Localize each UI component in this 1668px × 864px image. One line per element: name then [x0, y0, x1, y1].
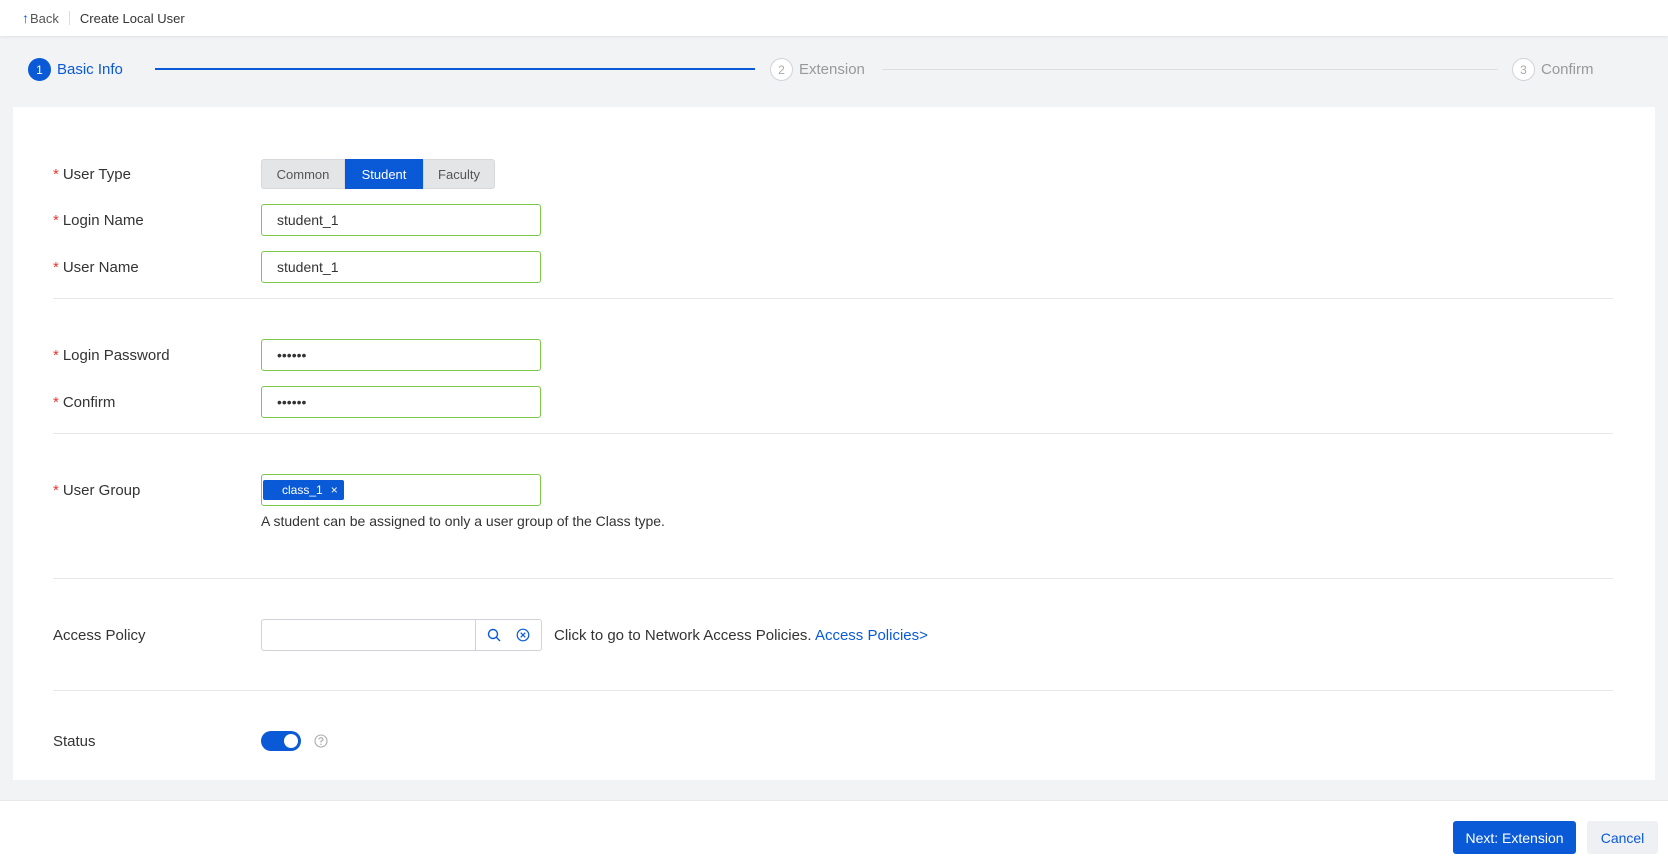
- stepper: 1 Basic Info 2 Extension 3 Confirm: [0, 48, 1668, 92]
- step-basic-info: 1 Basic Info: [28, 58, 123, 81]
- access-policy-input[interactable]: [261, 619, 476, 651]
- required-mark: *: [53, 346, 59, 364]
- confirm-password-input[interactable]: ••••••: [261, 386, 541, 418]
- back-label: Back: [30, 10, 59, 26]
- cancel-button[interactable]: Cancel: [1587, 821, 1658, 854]
- user-name-input[interactable]: student_1: [261, 251, 541, 283]
- status-toggle[interactable]: [261, 731, 301, 751]
- access-policy-actions: [476, 619, 542, 651]
- step-label: Confirm: [1541, 61, 1594, 78]
- user-group-tag: class_1 ×: [263, 480, 344, 500]
- user-type-student[interactable]: Student: [345, 159, 423, 189]
- login-name-row: * Login Name student_1: [53, 204, 541, 236]
- user-group-label: * User Group: [53, 481, 141, 499]
- access-policy-description: Click to go to Network Access Policies. …: [554, 626, 928, 644]
- user-group-row: * User Group class_1 ×: [53, 474, 541, 506]
- step-extension: 2 Extension: [770, 58, 865, 81]
- user-type-common[interactable]: Common: [261, 159, 345, 189]
- toggle-knob: [284, 734, 298, 748]
- header-divider: [68, 11, 70, 25]
- user-name-row: * User Name student_1: [53, 251, 541, 283]
- step-connector: [882, 69, 1498, 70]
- back-arrow-icon: ↑: [22, 10, 29, 26]
- required-mark: *: [53, 481, 59, 499]
- user-type-faculty[interactable]: Faculty: [423, 159, 495, 189]
- search-icon[interactable]: [485, 626, 503, 644]
- access-policy-selector: [261, 619, 542, 651]
- next-extension-button[interactable]: Next: Extension: [1453, 821, 1576, 854]
- step-confirm: 3 Confirm: [1512, 58, 1594, 81]
- user-type-row: * User Type Common Student Faculty: [53, 159, 495, 189]
- login-name-label: * Login Name: [53, 211, 144, 229]
- form-card: * User Type Common Student Faculty * Login…: [13, 107, 1655, 780]
- login-password-label: * Login Password: [53, 346, 170, 364]
- section-divider: [53, 578, 1613, 579]
- user-group-input[interactable]: class_1 ×: [261, 474, 541, 506]
- section-divider: [53, 298, 1613, 299]
- step-connector: [155, 68, 755, 70]
- section-divider: [53, 433, 1613, 434]
- top-bar: ↑ Back Create Local User: [0, 0, 1668, 36]
- required-mark: *: [53, 211, 59, 229]
- section-divider: [53, 690, 1613, 691]
- confirm-password-label: * Confirm: [53, 393, 116, 411]
- access-policy-label: Access Policy: [53, 626, 146, 644]
- page-title: Create Local User: [79, 10, 185, 26]
- user-group-tag-label: class_1: [282, 483, 323, 497]
- footer-bar: Next: Extension Cancel: [0, 800, 1668, 864]
- user-group-hint: A student can be assigned to only a user…: [261, 513, 665, 529]
- access-policies-link[interactable]: Access Policies>: [815, 627, 928, 644]
- help-icon[interactable]: [314, 734, 328, 748]
- step-label: Extension: [799, 61, 865, 78]
- step-number: 1: [28, 58, 51, 81]
- login-password-input[interactable]: ••••••: [261, 339, 541, 371]
- step-label: Basic Info: [57, 61, 123, 78]
- login-password-row: * Login Password ••••••: [53, 339, 541, 371]
- step-number: 2: [770, 58, 793, 81]
- access-policy-row: Access Policy Click to go to Network Acc…: [53, 619, 928, 651]
- step-number: 3: [1512, 58, 1535, 81]
- clear-icon[interactable]: [514, 626, 532, 644]
- required-mark: *: [53, 393, 59, 411]
- user-type-selector: Common Student Faculty: [261, 159, 495, 189]
- status-label: Status: [53, 732, 96, 750]
- login-name-input[interactable]: student_1: [261, 204, 541, 236]
- required-mark: *: [53, 258, 59, 276]
- user-group-hint-row: A student can be assigned to only a user…: [261, 513, 665, 529]
- confirm-password-row: * Confirm ••••••: [53, 386, 541, 418]
- back-button[interactable]: ↑ Back: [22, 10, 59, 26]
- tag-remove-icon[interactable]: ×: [331, 483, 338, 497]
- status-row: Status: [53, 731, 328, 751]
- user-name-label: * User Name: [53, 258, 139, 276]
- required-mark: *: [53, 165, 59, 183]
- user-type-label: * User Type: [53, 165, 131, 183]
